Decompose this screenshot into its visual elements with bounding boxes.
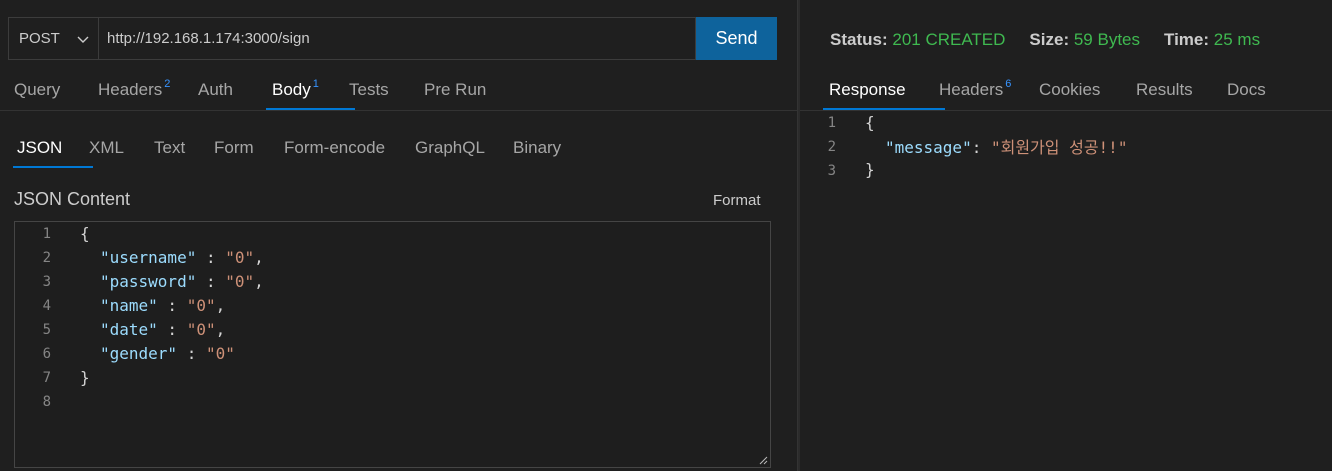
- status-label: Status:: [830, 30, 888, 49]
- body-tab-text[interactable]: Text: [154, 138, 214, 168]
- tab-results[interactable]: Results: [1136, 80, 1227, 110]
- line-number: 4: [42, 298, 51, 314]
- tab-label: Tests: [349, 80, 389, 99]
- tab-response-headers[interactable]: Headers 6: [939, 78, 1039, 110]
- line-number: 2: [827, 139, 836, 155]
- body-tab-xml[interactable]: XML: [89, 138, 154, 168]
- size-value: 59 Bytes: [1073, 30, 1140, 49]
- code-line: "password" : "0",: [100, 272, 264, 291]
- tab-label: Headers: [98, 80, 163, 99]
- tab-label: Headers: [939, 80, 1004, 99]
- json-key: "name": [100, 296, 158, 315]
- code-line: "username" : "0",: [100, 248, 264, 267]
- json-key: "message": [885, 138, 972, 157]
- body-tab-form-encode[interactable]: Form-encode: [284, 138, 415, 168]
- body-tab-graphql[interactable]: GraphQL: [415, 138, 513, 168]
- tab-body[interactable]: Body 1: [266, 78, 355, 110]
- tab-label: Body: [272, 80, 311, 99]
- line-number: 2: [42, 250, 51, 266]
- json-key: "date": [100, 320, 158, 339]
- status-info: Status: 201 CREATED: [830, 30, 1005, 50]
- line-number: 1: [827, 115, 836, 131]
- code-line: "gender" : "0": [100, 344, 235, 363]
- size-info: Size: 59 Bytes: [1029, 30, 1140, 50]
- tab-auth[interactable]: Auth: [198, 80, 272, 110]
- request-pane: POST Send Query Headers2 Auth Body1 Test…: [0, 0, 797, 471]
- json-value: "0": [186, 296, 216, 315]
- json-editor[interactable]: 1 2 3 4 5 6 7 8 { "username" : "0", "pas…: [14, 221, 771, 468]
- json-key: "gender": [100, 344, 178, 363]
- tab-pre-run[interactable]: Pre Run: [424, 80, 486, 110]
- send-button[interactable]: Send: [696, 17, 777, 60]
- tab-cookies[interactable]: Cookies: [1039, 80, 1136, 110]
- tab-label: Pre Run: [424, 80, 487, 99]
- code-close-brace: }: [865, 160, 875, 179]
- method-select[interactable]: POST: [8, 17, 98, 60]
- line-number: 3: [827, 163, 836, 179]
- body-tab-json[interactable]: JSON: [13, 138, 93, 168]
- tab-tests[interactable]: Tests: [349, 80, 424, 110]
- code-line: "message": "회원가입 성공!!": [885, 138, 1128, 157]
- tab-label: Docs: [1227, 80, 1266, 99]
- size-label: Size:: [1029, 30, 1070, 49]
- resize-handle-icon[interactable]: [759, 456, 768, 465]
- line-number: 6: [42, 346, 51, 362]
- json-value: "0": [225, 248, 255, 267]
- response-headers-count-badge: 6: [1005, 78, 1012, 90]
- request-tabs: Query Headers 2 Auth Body 1 Tests Pre Run: [14, 78, 486, 110]
- json-value: "0": [225, 272, 255, 291]
- json-content-label: JSON Content: [14, 189, 131, 209]
- line-number: 1: [42, 226, 51, 242]
- time-value: 25 ms: [1213, 30, 1261, 49]
- line-number: 3: [42, 274, 51, 290]
- tab-response[interactable]: Response: [823, 80, 945, 110]
- line-number: 5: [42, 322, 51, 338]
- body-type-tabs: JSON XML Text Form Form-encode GraphQL B…: [13, 138, 561, 168]
- url-bar: POST Send: [8, 17, 777, 60]
- tab-query[interactable]: Query: [14, 80, 98, 110]
- tab-label: Query: [14, 80, 61, 99]
- tab-label: Response: [829, 80, 906, 99]
- tab-headers[interactable]: Headers 2: [98, 78, 198, 110]
- divider: [0, 110, 797, 111]
- url-input[interactable]: [98, 17, 696, 60]
- time-info: Time: 25 ms: [1164, 30, 1260, 50]
- method-label: POST: [19, 30, 60, 47]
- json-value: "회원가입 성공!!": [990, 138, 1128, 157]
- code-close-brace: }: [80, 368, 90, 387]
- time-label: Time:: [1164, 30, 1210, 49]
- response-tabs: Response Headers 6 Cookies Results Docs: [823, 78, 1266, 110]
- json-key: "password": [100, 272, 197, 291]
- json-value: "0": [186, 320, 216, 339]
- body-count-badge: 1: [312, 78, 319, 90]
- code-line: "date" : "0",: [100, 320, 226, 339]
- body-tab-form[interactable]: Form: [214, 138, 284, 168]
- status-value: 201 CREATED: [892, 30, 1006, 49]
- headers-count-badge: 2: [164, 78, 171, 90]
- chevron-down-icon: [77, 36, 89, 43]
- tab-label: Cookies: [1039, 80, 1101, 99]
- tab-label: Auth: [198, 80, 233, 99]
- response-viewer[interactable]: 1 2 3 { "message": "회원가입 성공!!" }: [800, 112, 1332, 212]
- response-status-bar: Status: 201 CREATED Size: 59 Bytes Time:…: [830, 30, 1260, 50]
- line-number: 7: [42, 370, 51, 386]
- json-value: "0": [205, 344, 235, 363]
- tab-docs[interactable]: Docs: [1227, 80, 1266, 110]
- body-tab-binary[interactable]: Binary: [513, 138, 561, 168]
- tab-label: Results: [1136, 80, 1193, 99]
- code-open-brace: {: [865, 113, 875, 132]
- code-open-brace: {: [80, 224, 90, 243]
- line-number: 8: [42, 394, 51, 410]
- format-button[interactable]: Format: [713, 192, 761, 209]
- json-key: "username": [100, 248, 197, 267]
- code-line: "name" : "0",: [100, 296, 226, 315]
- response-pane: Status: 201 CREATED Size: 59 Bytes Time:…: [800, 0, 1332, 471]
- divider: [800, 110, 1332, 111]
